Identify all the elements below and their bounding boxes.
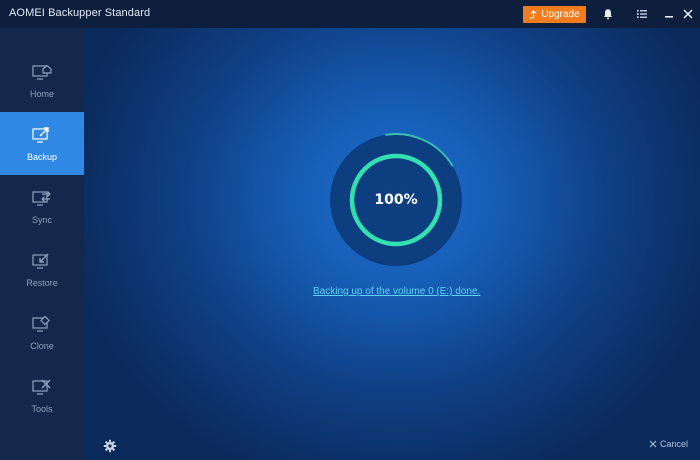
progress-percent: 100% [374, 192, 418, 208]
upgrade-label: Upgrade [541, 9, 580, 20]
sidebar-item-backup[interactable]: Backup [0, 112, 84, 175]
sidebar-item-label: Sync [31, 214, 52, 225]
minimize-icon[interactable] [661, 6, 677, 22]
backup-icon [32, 126, 49, 143]
sidebar-item-label: Backup [26, 151, 58, 162]
progress-indicator: 100% [329, 133, 463, 267]
sidebar: Home Backup Sync Restore Clone Tools [0, 28, 84, 460]
sidebar-item-tools[interactable]: Tools [0, 364, 84, 427]
upgrade-button[interactable]: Upgrade [523, 6, 586, 23]
close-icon[interactable] [680, 6, 696, 22]
notification-bell-icon[interactable] [600, 6, 616, 22]
sidebar-item-home[interactable]: Home [0, 49, 84, 112]
upgrade-arrow-icon [530, 10, 537, 19]
sidebar-item-label: Clone [30, 340, 54, 351]
cancel-x-icon [649, 440, 657, 448]
sidebar-item-label: Home [29, 88, 54, 99]
sidebar-item-label: Restore [26, 277, 58, 288]
settings-gear-icon[interactable] [103, 439, 117, 453]
status-link[interactable]: Backing up of the volume 0 (E:) done. [313, 286, 480, 297]
restore-icon [32, 253, 49, 269]
sync-icon [32, 190, 51, 206]
cancel-button[interactable]: Cancel [649, 439, 688, 449]
app-title: AOMEI Backupper Standard [9, 7, 151, 19]
sidebar-item-restore[interactable]: Restore [0, 238, 84, 301]
title-bar: AOMEI Backupper Standard Upgrade [0, 0, 700, 28]
menu-icon[interactable] [634, 6, 650, 22]
cancel-label: Cancel [660, 439, 689, 449]
sidebar-item-label: Tools [31, 403, 53, 414]
tools-icon [32, 378, 51, 395]
home-icon [32, 64, 52, 80]
sidebar-item-clone[interactable]: Clone [0, 301, 84, 364]
sidebar-item-sync[interactable]: Sync [0, 175, 84, 238]
clone-icon [32, 315, 50, 332]
